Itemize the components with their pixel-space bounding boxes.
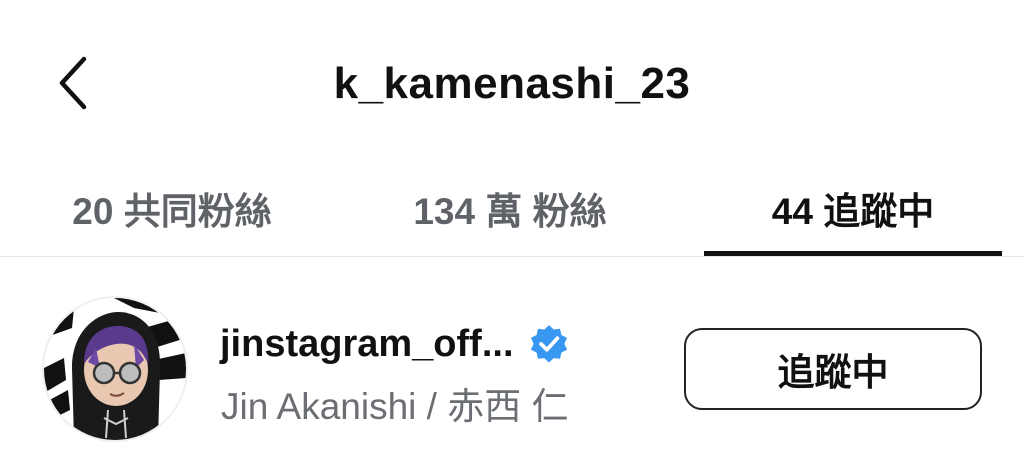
username: jinstagram_off...: [220, 322, 514, 365]
avatar[interactable]: [42, 296, 188, 442]
list-item[interactable]: jinstagram_off... Jin Akanishi / 赤西 仁 追蹤…: [0, 290, 1024, 471]
tab-followers[interactable]: 134 萬 粉絲: [368, 160, 652, 256]
following-screen: k_kamenashi_23 20 共同粉絲 134 萬 粉絲 44 追蹤中 j…: [0, 0, 1024, 471]
username-line[interactable]: jinstagram_off...: [220, 320, 570, 368]
page-title: k_kamenashi_23: [333, 59, 691, 108]
tab-bar: 20 共同粉絲 134 萬 粉絲 44 追蹤中: [0, 160, 1024, 257]
full-name: Jin Akanishi / 赤西 仁: [221, 386, 569, 427]
avatar-illustration: [44, 298, 186, 440]
active-tab-indicator: [704, 251, 1002, 256]
following-button[interactable]: 追蹤中: [684, 328, 982, 410]
tab-mutual-followers[interactable]: 20 共同粉絲: [30, 160, 314, 256]
verified-badge-icon: [530, 325, 567, 363]
tab-following[interactable]: 44 追蹤中: [704, 160, 1002, 256]
